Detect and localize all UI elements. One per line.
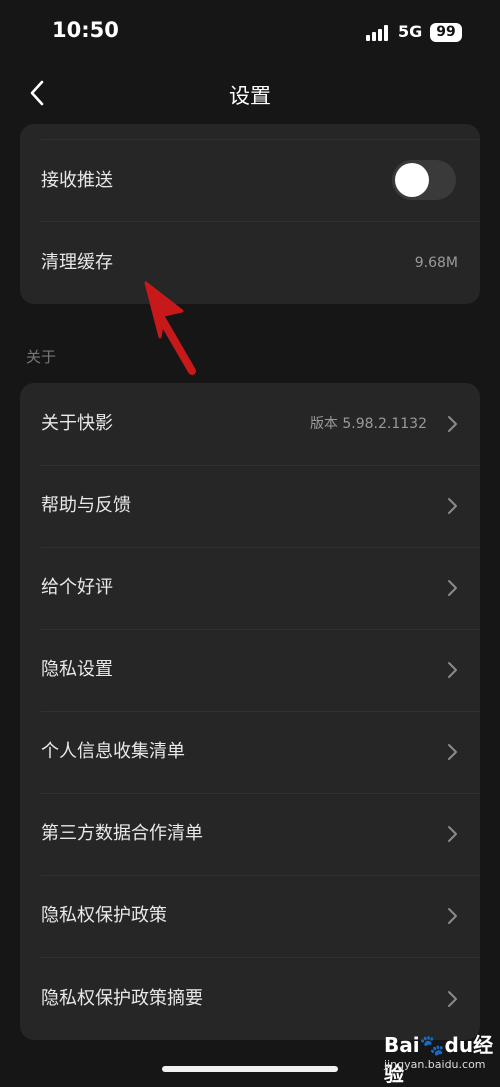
chevron-right-icon xyxy=(448,662,457,678)
watermark-logo-part: Bai xyxy=(384,1033,420,1057)
version-value: 版本 5.98.2.1132 xyxy=(309,416,427,432)
battery-icon: 99 xyxy=(430,23,462,42)
row-label: 给个好评 xyxy=(41,577,113,598)
personal-info-list-row[interactable]: 个人信息收集清单 xyxy=(20,711,480,793)
privacy-settings-row[interactable]: 隐私设置 xyxy=(20,629,480,711)
chevron-right-icon xyxy=(448,826,457,842)
paw-icon: 🐾 xyxy=(419,1033,445,1057)
row-label: 隐私权保护政策 xyxy=(41,905,167,926)
status-bar: 10:50 5G 99 xyxy=(0,0,500,66)
row-label: 第三方数据合作清单 xyxy=(41,823,203,844)
chevron-right-icon xyxy=(448,498,457,514)
row-label: 隐私设置 xyxy=(41,659,113,680)
settings-card-general: 接收推送 清理缓存 9.68M xyxy=(20,124,480,304)
watermark-url: jingyan.baidu.com xyxy=(384,1058,486,1071)
row-label: 隐私权保护政策摘要 xyxy=(41,988,203,1009)
help-feedback-row[interactable]: 帮助与反馈 xyxy=(20,465,480,547)
watermark-logo-part: du xyxy=(444,1033,474,1057)
row-label: 关于快影 xyxy=(41,413,113,434)
section-header-about: 关于 xyxy=(26,348,57,366)
network-type: 5G xyxy=(398,22,423,41)
clear-cache-label: 清理缓存 xyxy=(41,252,113,273)
home-indicator xyxy=(162,1066,338,1072)
privacy-policy-row[interactable]: 隐私权保护政策 xyxy=(20,875,480,957)
cache-size: 9.68M xyxy=(414,255,458,271)
baidu-jingyan-watermark: Bai🐾du经验 jingyan.baidu.com xyxy=(384,1029,494,1086)
chevron-right-icon xyxy=(448,744,457,760)
chevron-right-icon xyxy=(448,416,457,432)
row-label: 帮助与反馈 xyxy=(41,495,131,516)
chevron-right-icon xyxy=(448,580,457,596)
cellular-signal-icon xyxy=(366,25,390,41)
settings-card-about: 关于快影 版本 5.98.2.1132 帮助与反馈 给个好评 隐私设置 个人信息… xyxy=(20,383,480,1040)
status-time: 10:50 xyxy=(52,18,119,42)
chevron-right-icon xyxy=(448,991,457,1007)
about-app-row[interactable]: 关于快影 版本 5.98.2.1132 xyxy=(20,383,480,465)
third-party-data-row[interactable]: 第三方数据合作清单 xyxy=(20,793,480,875)
clear-cache-row[interactable]: 清理缓存 9.68M xyxy=(20,222,480,304)
rate-app-row[interactable]: 给个好评 xyxy=(20,547,480,629)
push-setting-row: 接收推送 xyxy=(20,140,480,222)
nav-bar: 设置 xyxy=(0,66,500,122)
push-label: 接收推送 xyxy=(41,170,113,191)
chevron-right-icon xyxy=(448,908,457,924)
toggle-knob xyxy=(395,163,429,197)
push-toggle[interactable] xyxy=(392,160,456,200)
privacy-policy-summary-row[interactable]: 隐私权保护政策摘要 xyxy=(20,958,480,1040)
page-title: 设置 xyxy=(229,84,271,108)
annotation-arrow-icon xyxy=(144,281,196,375)
row-label: 个人信息收集清单 xyxy=(41,741,185,762)
